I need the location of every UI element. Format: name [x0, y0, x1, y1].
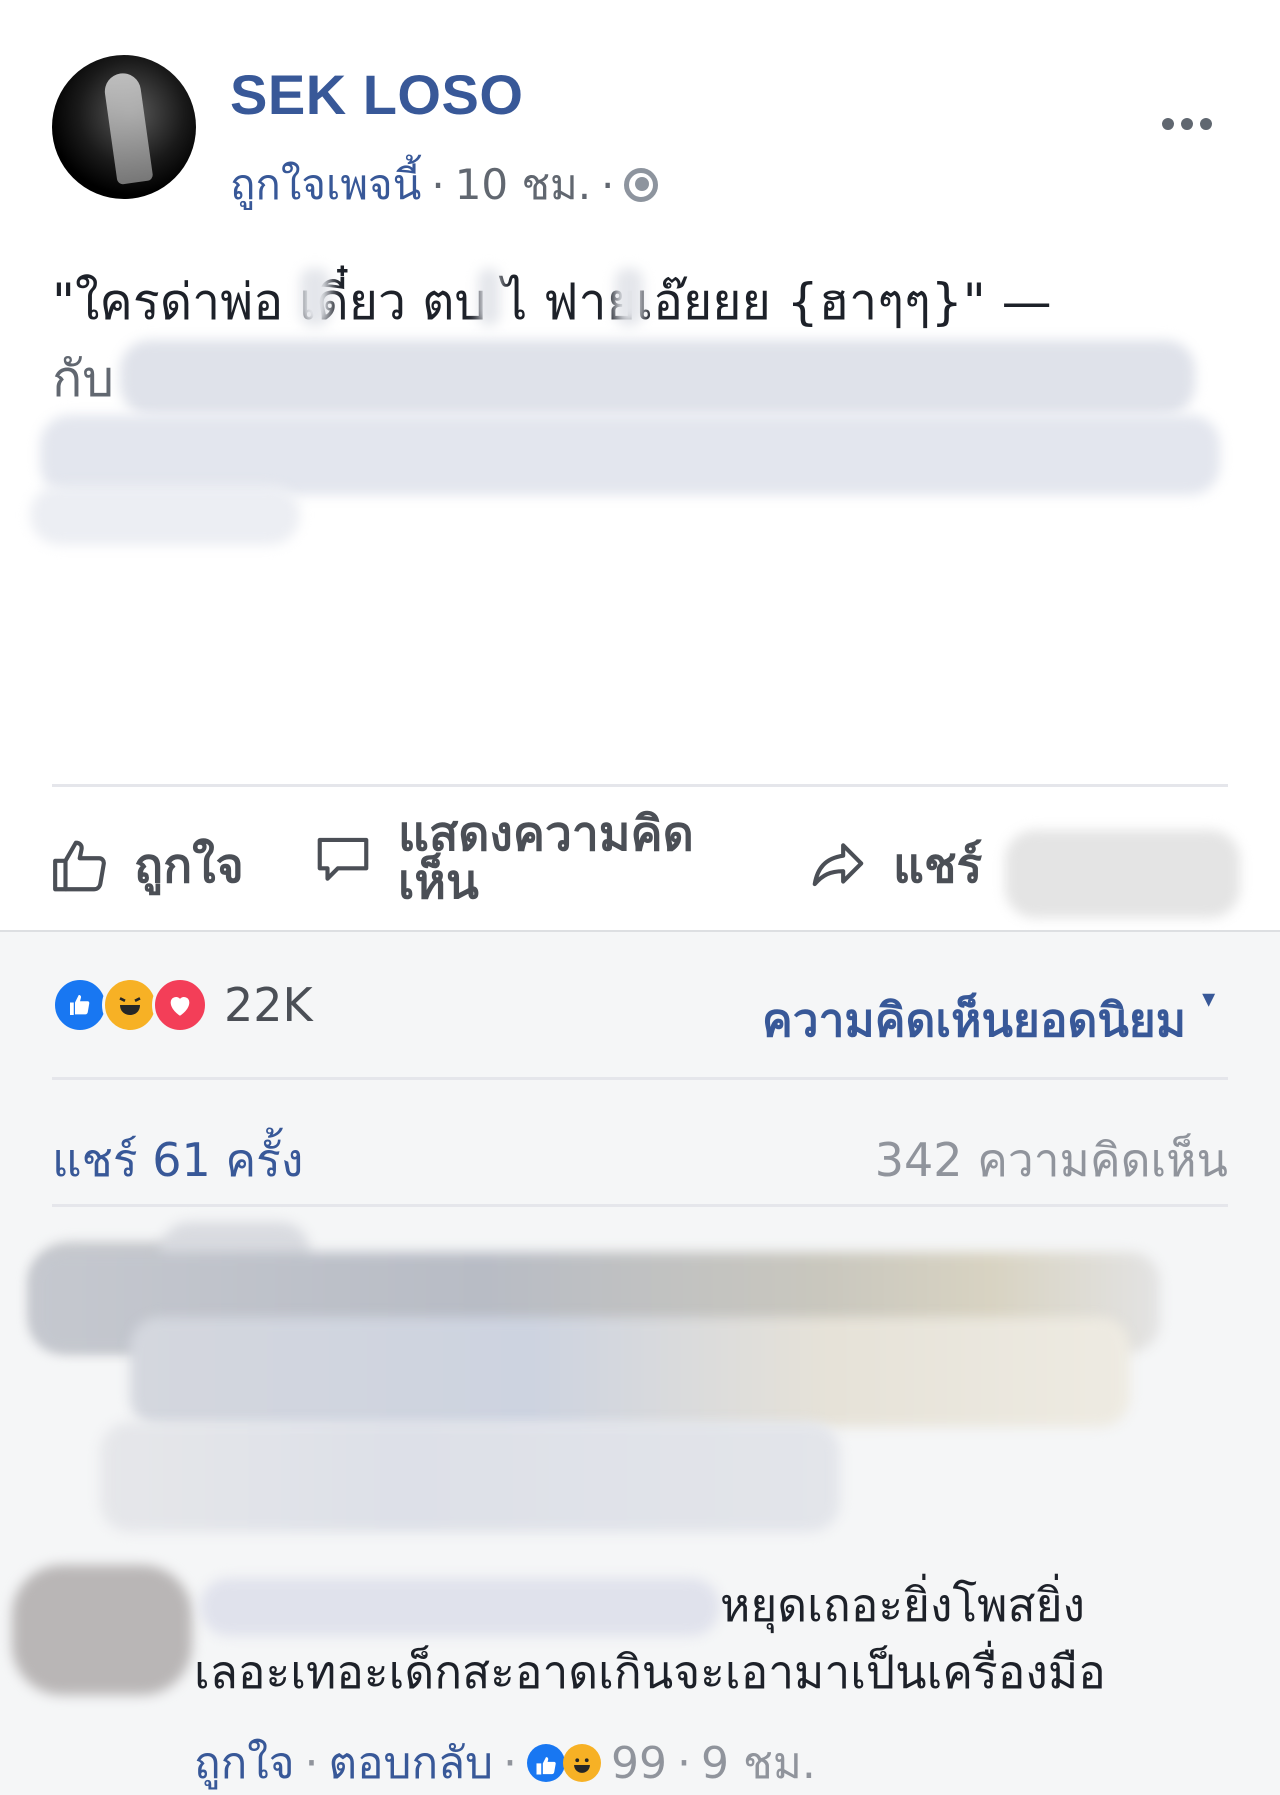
comment-reply-link[interactable]: ตอบกลับ [329, 1728, 493, 1795]
author-name[interactable]: SEK LOSO [230, 62, 523, 127]
meta-dot: · [503, 1737, 518, 1789]
reaction-count: 22K [224, 978, 313, 1032]
blurred-text-mask [478, 268, 500, 326]
blurred-tags [30, 485, 300, 545]
reaction-summary[interactable]: 22K [52, 977, 313, 1033]
blurred-tags [40, 415, 1220, 495]
divider [52, 784, 1228, 787]
like-label: ถูกใจ [134, 838, 244, 894]
share-label: แชร์ [893, 838, 983, 894]
comment-reaction-count: 99 [611, 1737, 668, 1789]
blurred-text-mask [615, 268, 643, 326]
post-card: SEK LOSO ถูกใจเพจนี้ · 10 ชม. · "ใครด่าพ… [0, 0, 1280, 932]
post-time[interactable]: 10 ชม. [455, 152, 591, 218]
post-with-label: กับ [52, 350, 115, 408]
divider [52, 1204, 1228, 1207]
meta-dot: · [431, 160, 445, 210]
meta-dot: · [601, 160, 615, 210]
comment-like-link[interactable]: ถูกใจ [194, 1728, 295, 1795]
blurred-tags [120, 340, 1195, 415]
like-icon [53, 840, 106, 892]
meta-dot: · [677, 1737, 692, 1789]
blurred-comment [130, 1317, 1130, 1427]
like-page-link[interactable]: ถูกใจเพจนี้ [230, 152, 421, 218]
comment-meta: ถูกใจ · ตอบกลับ · 99 · 9 ชม. [194, 1728, 816, 1795]
comment-text-line1: หยุดเถอะยิ่งโพสยิ่ง [720, 1578, 1085, 1632]
comment-sort-dropdown[interactable]: ความคิดเห็นยอดนิยม ▾ [762, 984, 1215, 1057]
comment-count[interactable]: 342 ความคิดเห็น [875, 1124, 1228, 1197]
like-reaction-icon [52, 977, 108, 1033]
comment-button[interactable]: แสดงความคิดเห็น [310, 810, 718, 906]
like-button[interactable]: ถูกใจ [50, 828, 244, 904]
love-reaction-icon [152, 977, 208, 1033]
share-icon [812, 843, 864, 887]
meta-dot: · [304, 1737, 319, 1789]
blurred-text-mask [300, 268, 330, 326]
blurred-commenter-name [200, 1578, 720, 1636]
haha-reaction-icon [563, 1744, 602, 1782]
share-button[interactable]: แชร์ [805, 828, 982, 904]
commenter-avatar[interactable] [12, 1565, 192, 1695]
caret-down-icon: ▾ [1202, 984, 1216, 1014]
more-icon[interactable] [1162, 118, 1212, 130]
share-count[interactable]: แชร์ 61 ครั้ง [52, 1124, 303, 1197]
comment-time[interactable]: 9 ชม. [701, 1728, 816, 1795]
comment-text-line2: เลอะเทอะเด็กสะอาดเกินจะเอามาเป็นเครื่องม… [194, 1645, 1106, 1699]
comment-label: แสดงความคิดเห็น [398, 806, 694, 910]
post-meta: ถูกใจเพจนี้ · 10 ชม. · [230, 152, 659, 218]
comment-sort-label: ความคิดเห็นยอดนิยม [762, 993, 1187, 1047]
blurred-comment [100, 1422, 840, 1532]
author-avatar[interactable] [52, 55, 196, 199]
haha-reaction-icon [102, 977, 158, 1033]
blurred-area [1005, 830, 1240, 918]
divider [52, 1077, 1228, 1080]
comment-icon [317, 837, 369, 881]
globe-icon [624, 168, 659, 202]
action-bar: ถูกใจ แสดงความคิดเห็น แชร์ [0, 800, 1280, 920]
like-reaction-icon [527, 1744, 566, 1782]
